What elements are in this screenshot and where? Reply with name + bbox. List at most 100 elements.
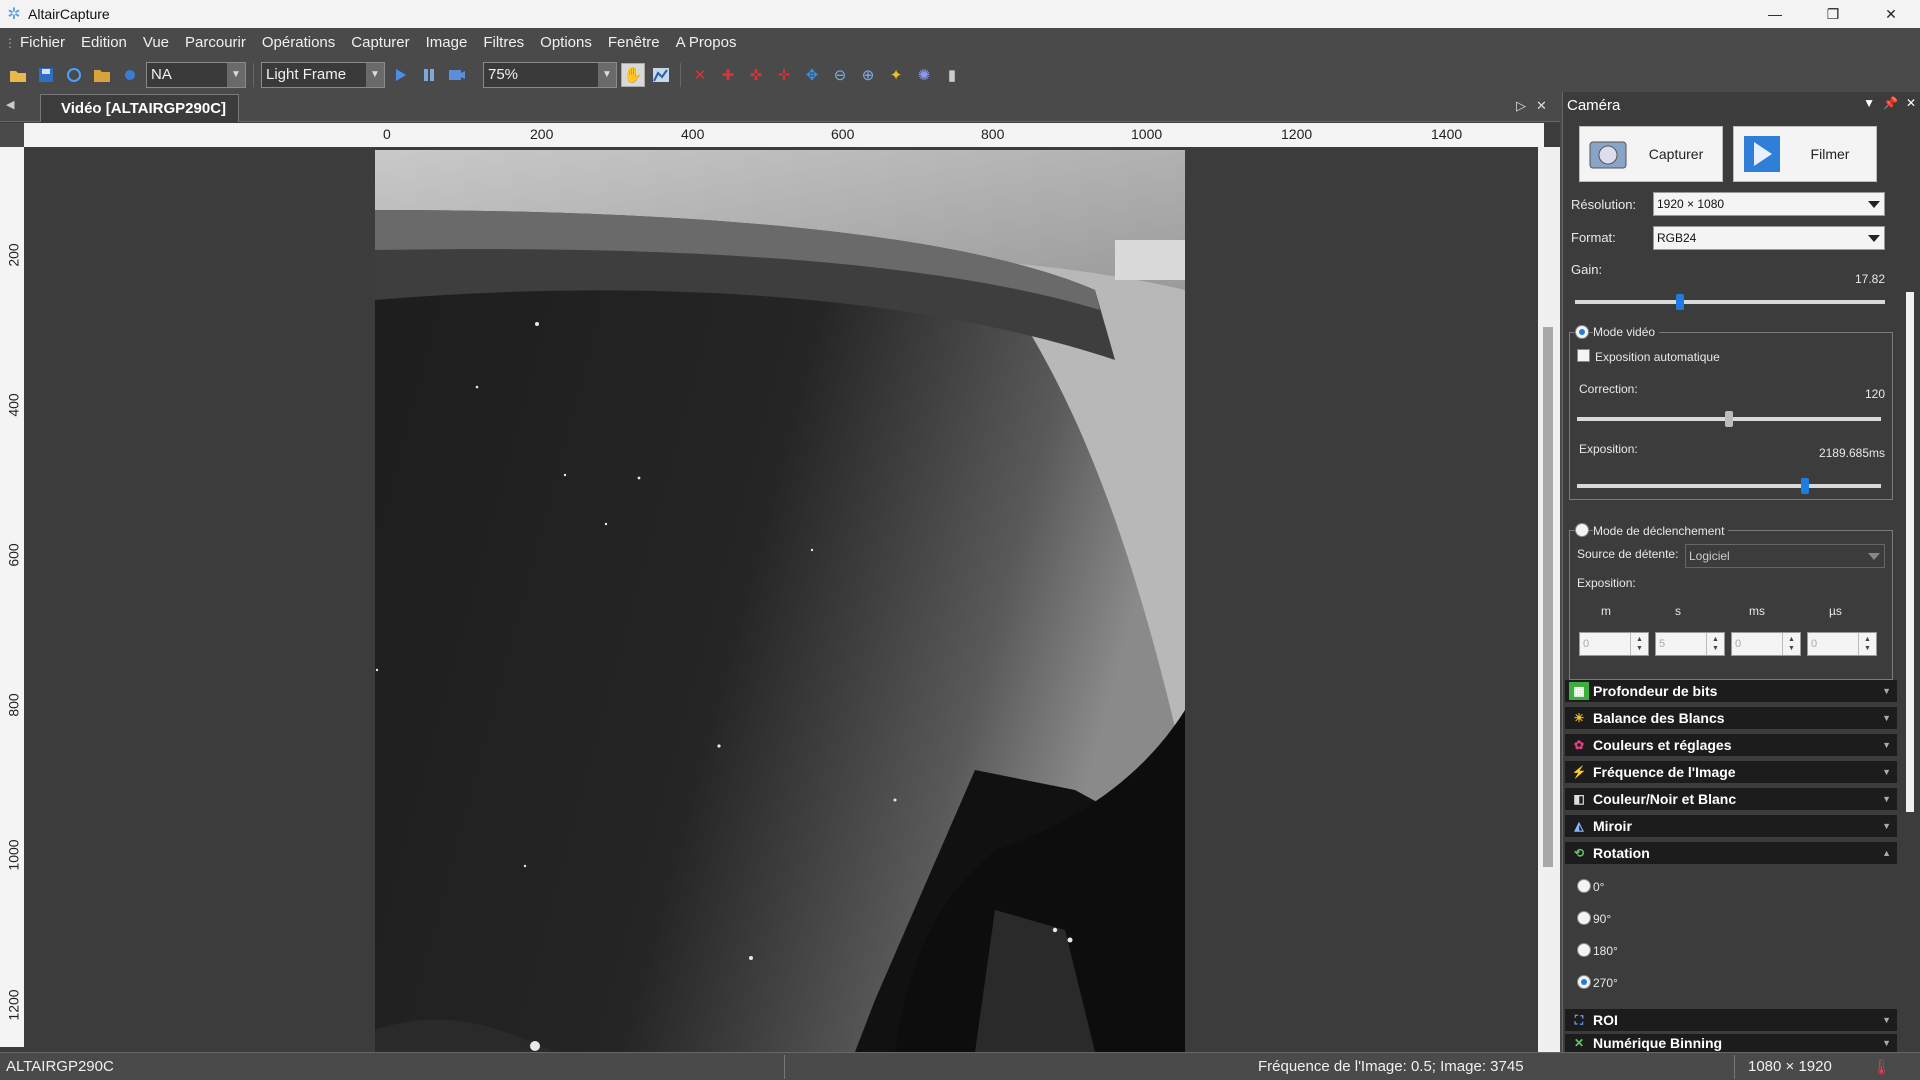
frame-type-select[interactable]: Light Frame ▼ (261, 61, 385, 88)
section-label: Couleur/Noir et Blanc (1593, 791, 1737, 807)
tab-scroll-right-icon[interactable]: ▷ (1516, 98, 1526, 114)
stars-icon[interactable]: ✦ (884, 63, 908, 87)
canvas-vertical-scrollbar[interactable] (1538, 147, 1560, 1052)
tab-video[interactable]: Vidéo [ALTAIRGP290C] (40, 94, 240, 122)
overflow-icon[interactable]: ▮ (940, 63, 964, 87)
section-color-bw[interactable]: ◧ Couleur/Noir et Blanc ▼ (1565, 788, 1897, 810)
toolbar: NA ▼ Light Frame ▼ 75% ▼ ✋ ✕ ✚ ✜ ✛ ✥ ⊖ ⊕… (0, 57, 1920, 92)
capture-button[interactable]: Capturer (1579, 126, 1723, 182)
maximize-button[interactable]: ❐ (1804, 0, 1862, 28)
settings-icon[interactable] (118, 63, 142, 87)
exposure-slider[interactable] (1577, 484, 1881, 488)
scrollbar-thumb[interactable] (1906, 292, 1914, 812)
trigger-source-select[interactable]: Logiciel (1685, 544, 1885, 568)
zoom-value: 75% (488, 66, 519, 83)
menu-image[interactable]: Image (418, 34, 476, 51)
folder-icon[interactable] (90, 63, 114, 87)
rotation-90-label: 90° (1593, 912, 1612, 926)
menu-filtres[interactable]: Filtres (475, 34, 532, 51)
video-mode-radio[interactable] (1575, 325, 1589, 339)
section-rotation[interactable]: ⟲ Rotation ▲ (1565, 842, 1897, 864)
rotation-0-radio[interactable] (1577, 879, 1591, 893)
open-folder-icon[interactable] (6, 63, 30, 87)
rotation-180-label: 180° (1593, 944, 1618, 958)
record-icon[interactable] (445, 63, 469, 87)
resolution-select[interactable]: 1920 × 1080 (1653, 192, 1885, 216)
trigger-mode-radio[interactable] (1575, 523, 1589, 537)
tab-scroll-left-icon[interactable]: ◀ (6, 98, 14, 111)
minimize-button[interactable]: — (1746, 0, 1804, 28)
correction-value: 120 (1864, 387, 1885, 401)
gear-icon[interactable]: ✺ (912, 63, 936, 87)
chevron-down-icon (1868, 553, 1880, 560)
format-select[interactable]: RGB24 (1653, 226, 1885, 250)
refresh-icon[interactable] (62, 63, 86, 87)
camera-icon (1586, 132, 1630, 176)
title-bar: ✲ AltairCapture — ❐ ✕ (0, 0, 1920, 28)
spinner-arrows-icon[interactable]: ▲ ▼ (1630, 633, 1648, 655)
milliseconds-spinner[interactable]: 0 ▲ ▼ (1731, 632, 1801, 656)
delete-icon[interactable]: ✕ (688, 63, 712, 87)
scrollbar-thumb[interactable] (1543, 327, 1553, 867)
menu-capturer[interactable]: Capturer (343, 34, 417, 51)
correction-slider-thumb[interactable] (1725, 411, 1733, 427)
rotation-180-radio[interactable] (1577, 943, 1591, 957)
save-icon[interactable] (34, 63, 58, 87)
section-frame-rate[interactable]: ⚡ Fréquence de l'Image ▼ (1565, 761, 1897, 783)
crosshair-icon[interactable]: ✚ (716, 63, 740, 87)
captured-image (375, 150, 1185, 1052)
app-logo-icon: ✲ (7, 6, 21, 23)
menu-operations[interactable]: Opérations (254, 34, 343, 51)
menu-options[interactable]: Options (532, 34, 600, 51)
panel-vertical-scrollbar[interactable] (1903, 122, 1917, 1052)
menu-fichier[interactable]: Fichier (12, 34, 73, 51)
exposure-slider-thumb[interactable] (1801, 478, 1809, 494)
hand-pan-icon[interactable]: ✋ (621, 62, 645, 87)
close-tab-icon[interactable]: ✕ (1536, 98, 1547, 114)
histogram-icon[interactable] (649, 63, 673, 87)
trigger-source-label: Source de détente: (1577, 547, 1679, 561)
previous-icon[interactable]: ⊖ (828, 63, 852, 87)
section-roi[interactable]: ⛶ ROI ▼ (1565, 1009, 1897, 1031)
auto-exposure-checkbox[interactable] (1577, 349, 1590, 362)
format-label: Format: (1571, 230, 1616, 245)
status-divider (1734, 1055, 1735, 1079)
menu-parcourir[interactable]: Parcourir (177, 34, 254, 51)
menu-edition[interactable]: Edition (73, 34, 135, 51)
menu-fenetre[interactable]: Fenêtre (600, 34, 668, 51)
play-icon[interactable] (389, 63, 413, 87)
section-bit-depth[interactable]: ▦ Profondeur de bits ▼ (1565, 680, 1897, 702)
rotation-90-radio[interactable] (1577, 911, 1591, 925)
crosshair-move-icon[interactable]: ✛ (772, 63, 796, 87)
close-panel-icon[interactable]: ✕ (1906, 96, 1916, 110)
spinner-arrows-icon[interactable]: ▲ ▼ (1858, 633, 1876, 655)
menu-vue[interactable]: Vue (135, 34, 177, 51)
menu-apropos[interactable]: A Propos (668, 34, 745, 51)
spinner-arrows-icon[interactable]: ▲ ▼ (1782, 633, 1800, 655)
gain-slider-thumb[interactable] (1676, 294, 1685, 310)
move-icon[interactable]: ✥ (800, 63, 824, 87)
crosshair-add-icon[interactable]: ✜ (744, 63, 768, 87)
next-icon[interactable]: ⊕ (856, 63, 880, 87)
spinner-arrows-icon[interactable]: ▲ ▼ (1706, 633, 1724, 655)
section-white-balance[interactable]: ☀ Balance des Blancs ▼ (1565, 707, 1897, 729)
seconds-spinner[interactable]: 5 ▲ ▼ (1655, 632, 1725, 656)
chevron-down-icon: ▼ (1882, 1038, 1891, 1048)
sun-icon: ☀ (1573, 711, 1585, 725)
panel-menu-icon[interactable]: ▼ (1863, 96, 1875, 110)
pin-icon[interactable]: 📌 (1883, 96, 1898, 110)
section-colors[interactable]: ✿ Couleurs et réglages ▼ (1565, 734, 1897, 756)
na-select[interactable]: NA ▼ (146, 61, 246, 88)
section-mirror[interactable]: ◭ Miroir ▼ (1565, 815, 1897, 837)
menu-grip-icon: ⋮ (4, 35, 16, 50)
section-binning[interactable]: ✕ Numérique Binning ▼ (1565, 1034, 1897, 1052)
close-window-button[interactable]: ✕ (1862, 0, 1920, 28)
microseconds-spinner[interactable]: 0 ▲ ▼ (1807, 632, 1877, 656)
minutes-spinner[interactable]: 0 ▲ ▼ (1579, 632, 1649, 656)
gain-slider[interactable] (1575, 300, 1885, 304)
pause-icon[interactable] (417, 63, 441, 87)
record-button[interactable]: Filmer (1733, 126, 1877, 182)
rotation-icon: ⟲ (1573, 846, 1585, 860)
zoom-select[interactable]: 75% ▼ (483, 61, 617, 88)
rotation-270-radio[interactable] (1577, 975, 1591, 989)
